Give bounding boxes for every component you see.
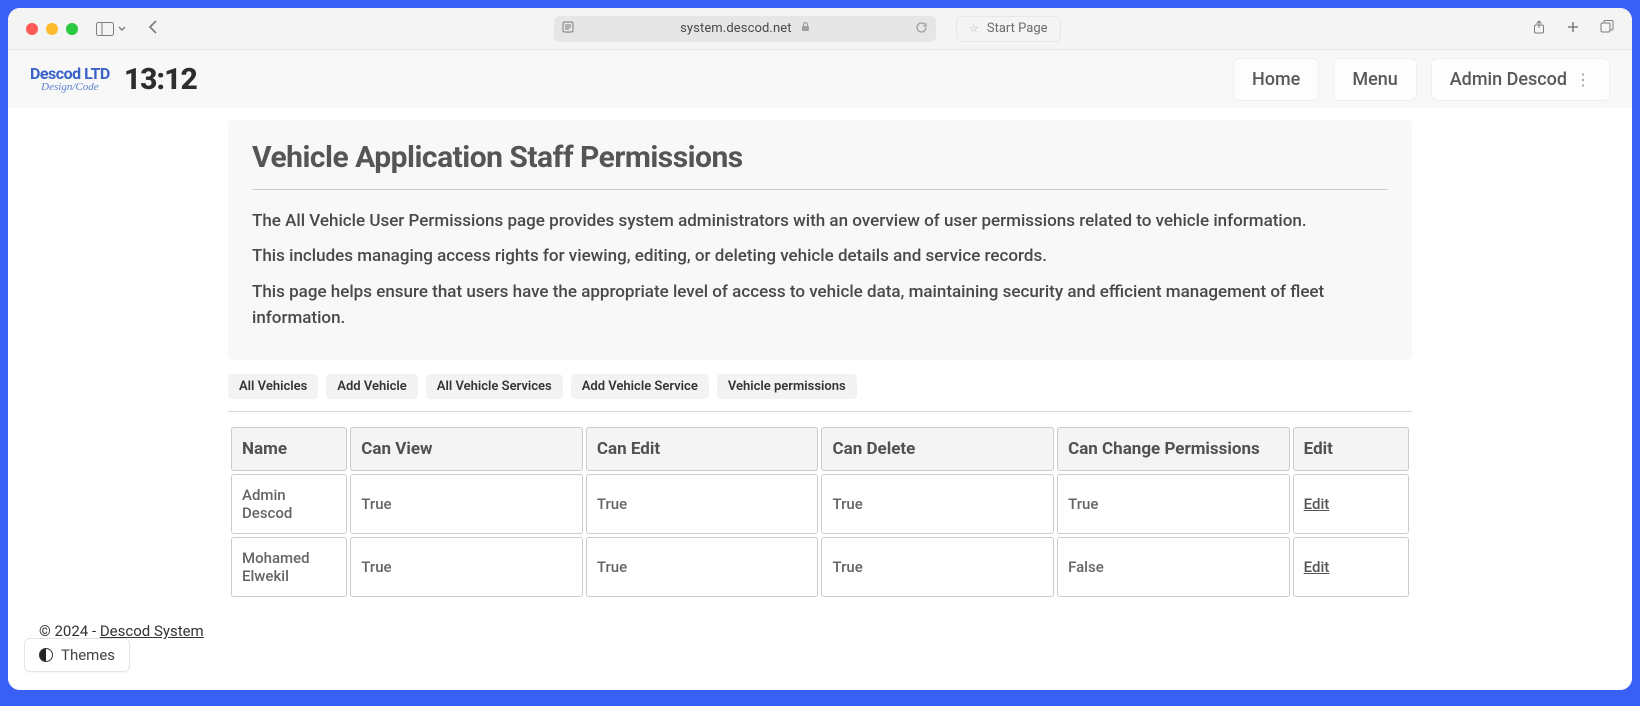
bookmark-start-page[interactable]: ☆ Start Page (956, 16, 1061, 42)
app-header: Descod LTD Design/Code 13:12 Home Menu A… (8, 50, 1632, 108)
brand-subtitle: Design/Code (41, 82, 98, 93)
cell-can-view: True (350, 537, 583, 597)
nav-user-label: Admin Descod (1450, 69, 1567, 90)
permissions-table: Name Can View Can Edit Can Delete Can Ch… (228, 424, 1412, 600)
cell-action: Edit (1293, 474, 1409, 534)
chevron-down-icon (118, 26, 126, 32)
themes-button[interactable]: Themes (24, 638, 130, 672)
address-bar[interactable]: system.descod.net (554, 16, 936, 42)
page-header-card: Vehicle Application Staff Permissions Th… (228, 120, 1412, 360)
page-title: Vehicle Application Staff Permissions (252, 140, 1388, 175)
back-button[interactable] (148, 19, 158, 39)
col-can-view: Can View (350, 427, 583, 471)
top-nav: Home Menu Admin Descod ⋮ (1233, 58, 1610, 101)
edit-link[interactable]: Edit (1304, 558, 1330, 576)
close-window-button[interactable] (26, 23, 38, 35)
col-name: Name (231, 427, 347, 471)
nav-menu[interactable]: Menu (1333, 58, 1416, 101)
bookmark-label: Start Page (987, 21, 1048, 36)
cell-can-change: True (1057, 474, 1290, 534)
kebab-icon: ⋮ (1575, 70, 1591, 89)
tabs-overview-icon[interactable] (1600, 19, 1614, 38)
tab-all-vehicle-services[interactable]: All Vehicle Services (426, 374, 563, 399)
divider (252, 189, 1388, 190)
cell-can-edit: True (586, 474, 819, 534)
cell-can-change: False (1057, 537, 1290, 597)
sub-nav-tabs: All Vehicles Add Vehicle All Vehicle Ser… (228, 374, 1412, 412)
tab-vehicle-permissions[interactable]: Vehicle permissions (717, 374, 857, 399)
table-row: Admin Descod True True True True Edit (231, 474, 1409, 534)
new-tab-icon[interactable] (1566, 19, 1580, 38)
cell-can-view: True (350, 474, 583, 534)
col-can-edit: Can Edit (586, 427, 819, 471)
col-can-change-permissions: Can Change Permissions (1057, 427, 1290, 471)
cell-name: Admin Descod (231, 474, 347, 534)
page-desc-2: This includes managing access rights for… (252, 243, 1388, 269)
window-controls (26, 23, 78, 35)
minimize-window-button[interactable] (46, 23, 58, 35)
tab-all-vehicles[interactable]: All Vehicles (228, 374, 318, 399)
nav-menu-label: Menu (1352, 69, 1397, 90)
page-desc-1: The All Vehicle User Permissions page pr… (252, 208, 1388, 234)
tab-add-vehicle-service[interactable]: Add Vehicle Service (571, 374, 709, 399)
cell-can-edit: True (586, 537, 819, 597)
nav-user-menu[interactable]: Admin Descod ⋮ (1431, 58, 1610, 101)
share-icon[interactable] (1532, 19, 1546, 38)
browser-toolbar: system.descod.net ☆ Start Page (8, 8, 1632, 50)
lock-icon (801, 24, 810, 35)
clock: 13:12 (124, 62, 197, 97)
theme-contrast-icon (39, 648, 53, 662)
brand-title: Descod LTD (30, 66, 110, 82)
edit-link[interactable]: Edit (1304, 495, 1330, 513)
tab-add-vehicle[interactable]: Add Vehicle (326, 374, 418, 399)
cell-name: Mohamed Elwekil (231, 537, 347, 597)
table-header-row: Name Can View Can Edit Can Delete Can Ch… (231, 427, 1409, 471)
maximize-window-button[interactable] (66, 23, 78, 35)
cell-action: Edit (1293, 537, 1409, 597)
nav-home[interactable]: Home (1233, 58, 1319, 101)
page-desc-3: This page helps ensure that users have t… (252, 279, 1388, 332)
col-can-delete: Can Delete (821, 427, 1054, 471)
site-settings-icon[interactable] (562, 21, 574, 36)
reload-icon[interactable] (915, 21, 928, 37)
star-icon: ☆ (969, 22, 979, 35)
col-edit: Edit (1293, 427, 1409, 471)
sidebar-toggle-icon[interactable] (96, 22, 126, 36)
footer: © 2024 - Descod System (39, 622, 1617, 640)
browser-actions (1532, 19, 1614, 38)
page-content: Vehicle Application Staff Permissions Th… (8, 108, 1632, 690)
brand-logo[interactable]: Descod LTD Design/Code (30, 66, 110, 93)
cell-can-delete: True (821, 474, 1054, 534)
permissions-table-wrap: Name Can View Can Edit Can Delete Can Ch… (228, 424, 1412, 600)
url-text: system.descod.net (680, 21, 810, 36)
cell-can-delete: True (821, 537, 1054, 597)
table-row: Mohamed Elwekil True True True False Edi… (231, 537, 1409, 597)
themes-label: Themes (61, 646, 115, 664)
nav-home-label: Home (1252, 69, 1300, 90)
